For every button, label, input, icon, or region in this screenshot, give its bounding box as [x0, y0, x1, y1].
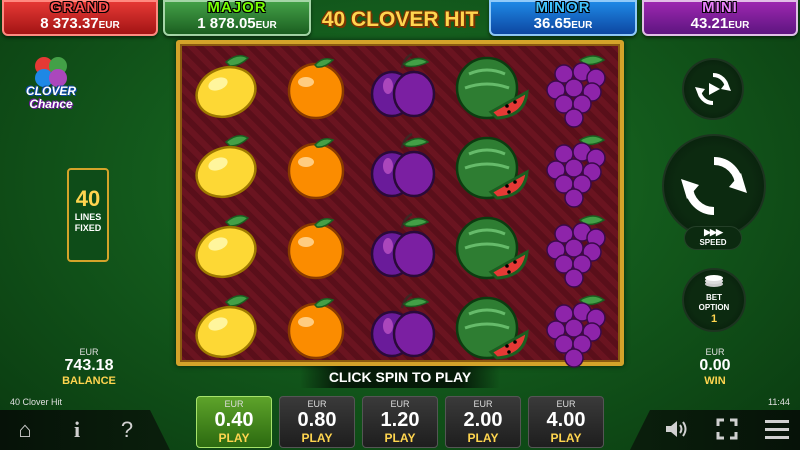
jackpot-grand-currency: EUR — [98, 20, 120, 31]
jackpot-grand-value: 8 373.37 — [40, 15, 99, 32]
sound-icon[interactable] — [664, 418, 690, 442]
bet-option-label: BET — [706, 293, 722, 302]
home-icon[interactable]: ⌂ — [12, 418, 38, 442]
balance-display: EUR 743.18 BALANCE — [54, 347, 124, 387]
bet-currency: EUR — [473, 399, 493, 409]
bet-play-label: PLAY — [384, 431, 416, 445]
bet-option-sublabel: OPTION — [698, 303, 730, 312]
bet-value: 2.00 — [463, 409, 503, 431]
plum-icon — [360, 206, 446, 290]
speed-button[interactable]: ▶▶▶ SPEED — [684, 226, 742, 250]
help-icon[interactable]: ? — [114, 418, 140, 442]
orange-icon — [273, 46, 359, 130]
lemon-icon — [186, 46, 272, 130]
lemon-icon — [186, 206, 272, 290]
reel-4 — [447, 44, 533, 362]
bet-currency: EUR — [390, 399, 410, 409]
info-icon[interactable]: i — [64, 418, 90, 442]
jackpot-minor-currency: EUR — [571, 20, 593, 31]
reel-2 — [273, 44, 359, 362]
lines-label: LINES — [74, 212, 102, 222]
bet-play-label: PLAY — [218, 431, 250, 445]
watermelon-icon — [447, 206, 533, 290]
bet-button-0.80[interactable]: EUR 0.80 PLAY — [279, 396, 355, 448]
plum-icon — [360, 126, 446, 210]
lemon-icon — [186, 286, 272, 370]
bet-value: 4.00 — [546, 409, 586, 431]
grapes-icon — [534, 206, 620, 290]
bet-currency: EUR — [307, 399, 327, 409]
balance-label: BALANCE — [62, 375, 116, 387]
watermelon-icon — [447, 286, 533, 370]
win-currency: EUR — [705, 347, 725, 357]
bet-play-label: PLAY — [301, 431, 333, 445]
jackpot-minor-value: 36.65 — [533, 15, 572, 32]
lines-count: 40 — [75, 186, 101, 211]
grapes-icon — [534, 46, 620, 130]
jackpot-grand: GRAND 8 373.37EUR — [2, 0, 158, 36]
bet-button-4.00[interactable]: EUR 4.00 PLAY — [528, 396, 604, 448]
reel-5 — [534, 44, 620, 368]
lines-fixed-panel: 40 LINES FIXED — [67, 168, 109, 262]
fast-forward-icon: ▶▶▶ — [704, 227, 723, 237]
reel-frame — [176, 40, 624, 368]
jackpot-major-currency: EUR — [255, 20, 277, 31]
win-label: WIN — [704, 375, 726, 387]
game-title: 40 CLOVER HIT — [321, 8, 479, 31]
fullscreen-icon[interactable] — [714, 418, 740, 442]
jackpot-minor-name: MINOR — [535, 0, 591, 16]
bet-value: 0.40 — [214, 409, 254, 431]
footer-game-name: 40 Clover Hit — [10, 397, 63, 407]
logo-line1: CLOVER — [25, 84, 76, 98]
reel-1 — [186, 44, 272, 362]
bet-button-2.00[interactable]: EUR 2.00 PLAY — [445, 396, 521, 448]
autoplay-button[interactable] — [682, 58, 744, 120]
plum-icon — [360, 46, 446, 130]
jackpot-mini-name: MINI — [702, 0, 738, 16]
grapes-icon — [534, 286, 620, 370]
watermelon-icon — [447, 126, 533, 210]
bet-currency: EUR — [556, 399, 576, 409]
jackpot-mini-value: 43.21 — [690, 15, 729, 32]
plum-icon — [360, 286, 446, 370]
bet-option-value: 1 — [710, 313, 718, 325]
bet-play-label: PLAY — [550, 431, 582, 445]
orange-icon — [273, 126, 359, 210]
bet-value: 0.80 — [297, 409, 337, 431]
jackpot-mini: MINI 43.21EUR — [642, 0, 798, 36]
bet-value: 1.20 — [380, 409, 420, 431]
lemon-icon — [186, 126, 272, 210]
balance-value: 743.18 — [64, 357, 114, 374]
jackpot-mini-currency: EUR — [728, 20, 750, 31]
lines-fixed-label: FIXED — [74, 223, 102, 233]
jackpot-major-name: MAJOR — [207, 0, 267, 16]
jackpot-major: MAJOR 1 878.05EUR — [163, 0, 311, 36]
menu-icon[interactable] — [764, 418, 790, 442]
jackpot-grand-name: GRAND — [50, 0, 110, 16]
coins-icon — [705, 275, 723, 287]
jackpot-major-value: 1 878.05 — [197, 15, 256, 32]
spin-button[interactable] — [662, 134, 766, 238]
grapes-icon — [534, 126, 620, 210]
autoplay-icon — [695, 73, 731, 105]
watermelon-icon — [447, 46, 533, 130]
bet-button-1.20[interactable]: EUR 1.20 PLAY — [362, 396, 438, 448]
click-spin-message: CLICK SPIN TO PLAY — [300, 366, 500, 388]
speed-label: SPEED — [699, 238, 727, 247]
bet-currency: EUR — [224, 399, 244, 409]
bet-option-button[interactable]: BET OPTION 1 — [682, 268, 746, 332]
bet-play-label: PLAY — [467, 431, 499, 445]
jackpot-minor: MINOR 36.65EUR — [489, 0, 637, 36]
clover-chance-logo: CLOVER Chance — [14, 50, 86, 114]
balance-currency: EUR — [79, 347, 99, 357]
footer-time: 11:44 — [768, 397, 790, 407]
win-display: EUR 0.00 WIN — [680, 347, 750, 387]
orange-icon — [273, 286, 359, 370]
logo-line2: Chance — [29, 97, 73, 111]
reel-3 — [360, 44, 446, 362]
win-value: 0.00 — [699, 357, 731, 374]
bet-button-0.40[interactable]: EUR 0.40 PLAY — [196, 396, 272, 448]
orange-icon — [273, 206, 359, 290]
spin-icon — [681, 157, 747, 215]
